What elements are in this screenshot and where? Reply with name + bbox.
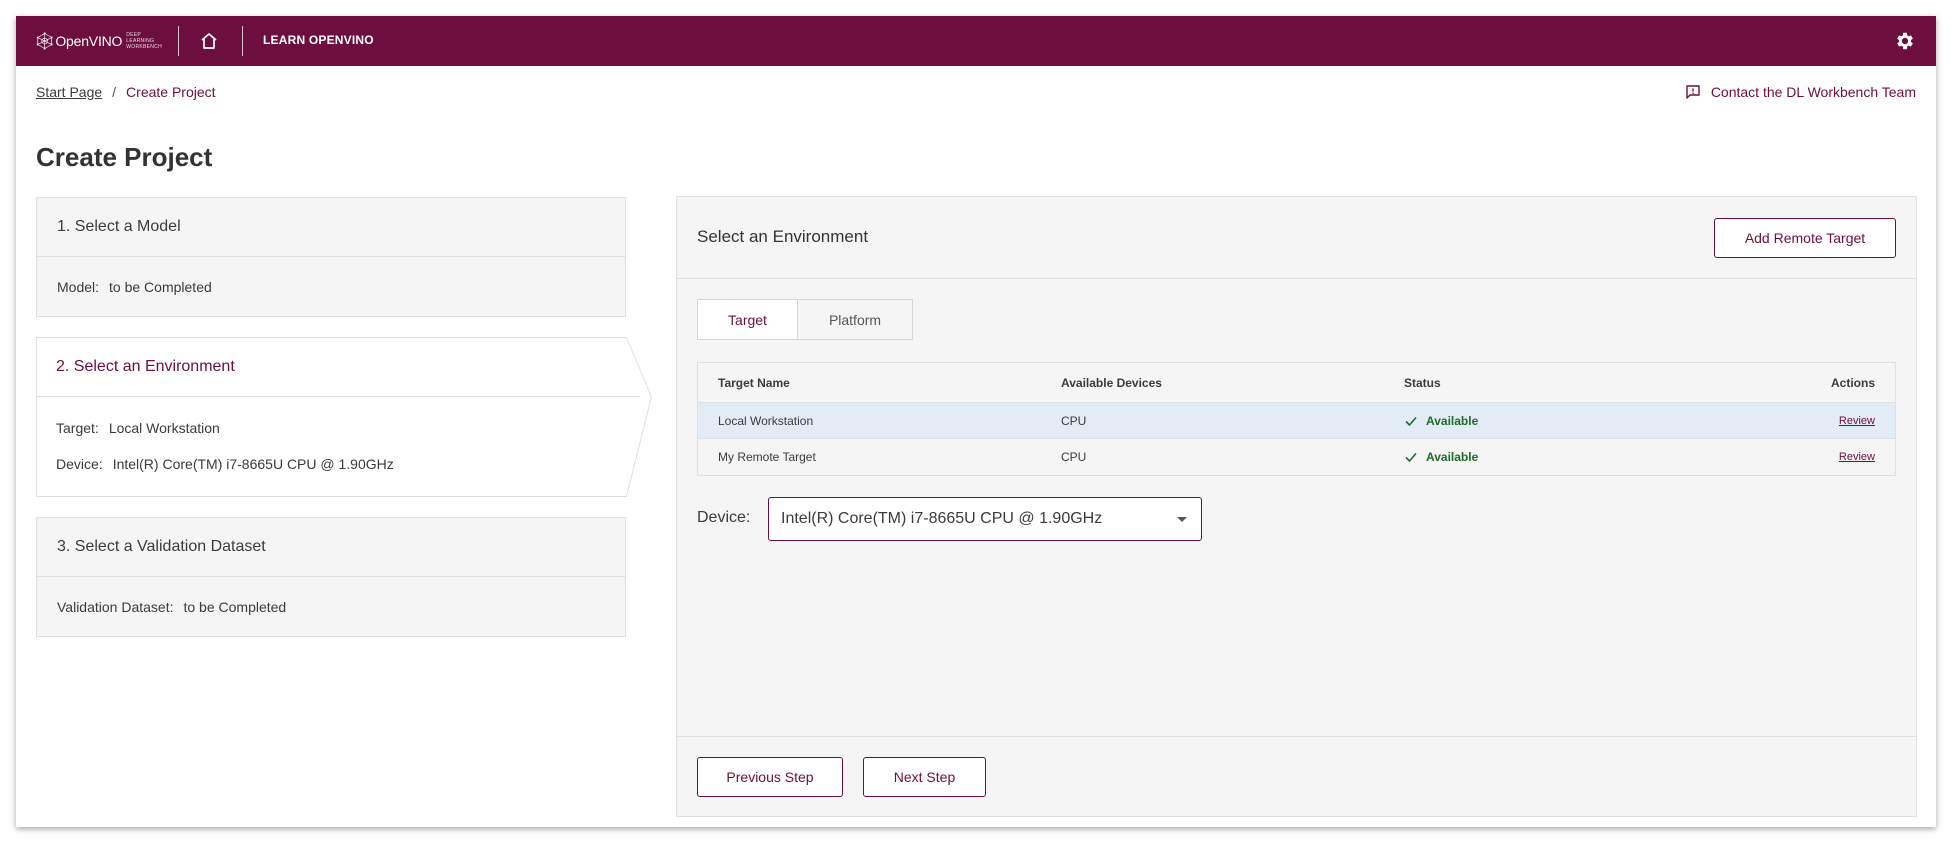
actions-cell: Review — [1839, 439, 1875, 475]
tab-platform[interactable]: Platform — [798, 300, 912, 339]
detail-value: to be Completed — [183, 598, 287, 615]
column-status: Status — [1404, 375, 1441, 390]
breadcrumb-separator: / — [112, 84, 117, 100]
step-detail-row: Validation Dataset: to be Completed — [37, 577, 625, 636]
logo-subtitle: DEEP LEARNING WORKBENCH — [126, 32, 163, 50]
settings-button[interactable] — [1892, 28, 1918, 54]
devices-cell: CPU — [1061, 450, 1087, 464]
table-header: Target Name Available Devices Status Act… — [698, 363, 1895, 403]
detail-label: Validation Dataset: — [57, 598, 174, 615]
step-title: 3. Select a Validation Dataset — [37, 518, 625, 577]
next-step-button[interactable]: Next Step — [863, 757, 986, 797]
detail-label: Device: — [56, 456, 103, 472]
targets-table: Target Name Available Devices Status Act… — [697, 362, 1896, 476]
add-remote-target-button[interactable]: Add Remote Target — [1714, 218, 1896, 258]
step-select-validation-dataset[interactable]: 3. Select a Validation Dataset Validatio… — [36, 517, 626, 637]
step-divider — [36, 396, 640, 397]
feedback-icon — [1686, 85, 1700, 99]
step-select-environment[interactable]: 2. Select an Environment Target: Local W… — [36, 337, 666, 497]
actions-cell: Review — [1839, 403, 1875, 438]
status-label: Available — [1426, 413, 1479, 428]
openvino-logo[interactable]: OpenVINO DEEP LEARNING WORKBENCH — [36, 24, 162, 58]
contact-team-link[interactable]: Contact the DL Workbench Team — [1685, 84, 1916, 100]
target-name-cell: Local Workstation — [718, 413, 814, 428]
detail-label: Model: — [57, 278, 100, 295]
step-detail-row: Device: Intel(R) Core(TM) i7-8665U CPU @… — [36, 447, 394, 481]
check-icon — [1405, 416, 1417, 426]
column-target-name: Target Name — [718, 375, 790, 390]
page-title: Create Project — [36, 142, 213, 172]
table-row[interactable]: Local Workstation CPU Available Review — [698, 403, 1895, 439]
home-button[interactable] — [196, 28, 222, 54]
detail-value: Local Workstation — [108, 420, 220, 436]
device-select-value: Intel(R) Core(TM) i7-8665U CPU @ 1.90GHz — [781, 510, 1103, 527]
table-row[interactable]: My Remote Target CPU Available Review — [698, 439, 1895, 475]
check-icon — [1405, 452, 1417, 463]
openvino-logo-icon — [36, 32, 53, 50]
target-name-cell: My Remote Target — [718, 450, 816, 464]
device-select[interactable]: Intel(R) Core(TM) i7-8665U CPU @ 1.90GHz — [768, 497, 1202, 541]
tab-target[interactable]: Target — [698, 300, 798, 339]
environment-panel: Select an Environment Add Remote Target … — [676, 196, 1917, 817]
step-select-model[interactable]: 1. Select a Model Model: to be Completed — [36, 197, 626, 317]
devices-cell: CPU — [1061, 413, 1087, 428]
column-available-devices: Available Devices — [1061, 375, 1162, 390]
device-label: Device: — [697, 509, 751, 526]
step-detail-row: Model: to be Completed — [37, 257, 625, 316]
previous-step-button[interactable]: Previous Step — [697, 757, 843, 797]
status-cell: Available — [1404, 439, 1478, 475]
review-link[interactable]: Review — [1839, 451, 1875, 463]
panel-footer-divider — [677, 736, 1916, 737]
environment-panel-header: Select an Environment Add Remote Target — [677, 197, 1916, 279]
step-title: 2. Select an Environment — [56, 357, 235, 375]
dropdown-caret-icon — [1177, 517, 1187, 522]
environment-panel-title: Select an Environment — [697, 227, 869, 246]
app-window: OpenVINO DEEP LEARNING WORKBENCH LEARN O… — [16, 16, 1936, 827]
step-detail-row: Target: Local Workstation — [36, 411, 220, 445]
home-icon — [201, 33, 217, 49]
step-title: 1. Select a Model — [37, 198, 625, 257]
breadcrumb-start-page[interactable]: Start Page — [36, 84, 102, 100]
detail-label: Target: — [56, 420, 99, 436]
gear-icon — [1897, 32, 1913, 50]
top-navigation-bar: OpenVINO DEEP LEARNING WORKBENCH LEARN O… — [16, 16, 1936, 66]
status-label: Available — [1426, 450, 1479, 464]
header-divider — [178, 26, 179, 56]
contact-team-label: Contact the DL Workbench Team — [1710, 84, 1916, 100]
learn-openvino-link[interactable]: LEARN OPENVINO — [263, 33, 374, 47]
review-link[interactable]: Review — [1839, 415, 1875, 427]
detail-value: Intel(R) Core(TM) i7-8665U CPU @ 1.90GHz — [112, 456, 394, 472]
breadcrumb-current: Create Project — [126, 84, 216, 100]
breadcrumb: Start Page / Create Project — [36, 84, 216, 100]
header-divider — [242, 26, 243, 56]
detail-value: to be Completed — [109, 278, 212, 295]
status-cell: Available — [1404, 403, 1478, 438]
logo-wordmark: OpenVINO — [55, 33, 123, 49]
environment-tabs: Target Platform — [697, 299, 913, 340]
column-actions: Actions — [1830, 375, 1875, 390]
